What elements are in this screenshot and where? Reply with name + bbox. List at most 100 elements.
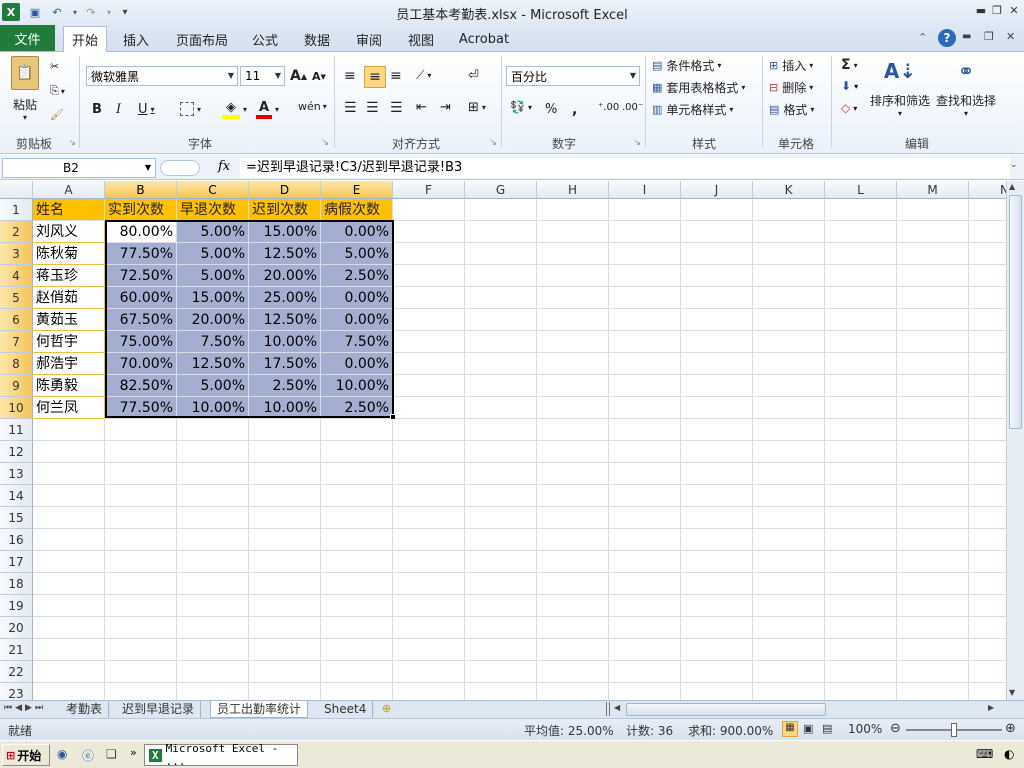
row-header[interactable]: 16 <box>0 529 33 551</box>
grid-cell[interactable] <box>537 573 609 595</box>
grid-cell[interactable] <box>753 221 825 243</box>
grid-cell[interactable] <box>393 507 465 529</box>
grid-cell[interactable] <box>897 639 969 661</box>
grid-cell[interactable] <box>393 617 465 639</box>
grid-cell[interactable] <box>969 397 1006 419</box>
grid-cell[interactable] <box>681 485 753 507</box>
grid-cell[interactable] <box>33 639 105 661</box>
grid-cell[interactable] <box>105 661 177 683</box>
grid-cell[interactable] <box>321 529 393 551</box>
grid-cell[interactable] <box>609 243 681 265</box>
grid-cell[interactable] <box>321 485 393 507</box>
grid-cell[interactable] <box>465 287 537 309</box>
grid-cell[interactable] <box>825 375 897 397</box>
grid-cell[interactable] <box>969 331 1006 353</box>
font-launcher-icon[interactable]: ↘ <box>322 138 329 147</box>
grid-cell[interactable] <box>753 397 825 419</box>
scroll-down-icon[interactable]: ▼ <box>1009 688 1015 697</box>
wrap-text-button[interactable]: ⏎ <box>468 68 479 83</box>
grid-cell[interactable] <box>753 353 825 375</box>
grid-cell[interactable] <box>465 441 537 463</box>
column-header[interactable]: A <box>33 181 105 199</box>
grid-cell[interactable] <box>393 331 465 353</box>
grid-cell[interactable] <box>465 331 537 353</box>
grid-cell[interactable] <box>609 683 681 701</box>
percent-cell[interactable]: 70.00% <box>105 353 177 375</box>
tab-home[interactable]: 开始 <box>63 26 107 52</box>
grid-cell[interactable] <box>321 573 393 595</box>
table-header-cell[interactable]: 实到次数 <box>105 199 177 221</box>
tab-split-handle[interactable] <box>606 702 610 716</box>
grid-cell[interactable] <box>537 683 609 701</box>
grid-cell[interactable] <box>177 639 249 661</box>
grid-cell[interactable] <box>609 287 681 309</box>
grid-cell[interactable] <box>753 463 825 485</box>
format-cells-button[interactable]: ▤ 格式 ▾ <box>769 101 814 118</box>
ie-icon[interactable]: ⓔ <box>82 747 94 764</box>
collapse-ribbon-icon[interactable]: ⌃ <box>918 31 927 44</box>
grid-cell[interactable] <box>33 573 105 595</box>
grid-cell[interactable] <box>465 463 537 485</box>
scroll-right-icon[interactable]: ▶ <box>988 703 994 712</box>
grid-cell[interactable] <box>681 551 753 573</box>
grid-cell[interactable] <box>681 309 753 331</box>
grid-cell[interactable] <box>825 661 897 683</box>
grid-cell[interactable] <box>897 221 969 243</box>
employee-name-cell[interactable]: 陈秋菊 <box>33 243 105 265</box>
grid-cell[interactable] <box>393 661 465 683</box>
grid-cell[interactable] <box>393 595 465 617</box>
grid-cell[interactable] <box>753 595 825 617</box>
row-header[interactable]: 21 <box>0 639 33 661</box>
grid-cell[interactable] <box>321 683 393 701</box>
percent-cell[interactable]: 0.00% <box>321 309 393 331</box>
grid-cell[interactable] <box>249 661 321 683</box>
row-header[interactable]: 17 <box>0 551 33 573</box>
font-color-button[interactable]: A ▾ <box>256 100 279 119</box>
grid-cell[interactable] <box>753 485 825 507</box>
grid-cell[interactable] <box>393 199 465 221</box>
grid-cell[interactable] <box>393 441 465 463</box>
grid-cell[interactable] <box>681 199 753 221</box>
grid-cell[interactable] <box>753 287 825 309</box>
zoom-out-icon[interactable]: ⊖ <box>890 721 901 736</box>
grid-cell[interactable] <box>177 507 249 529</box>
percent-cell[interactable]: 77.50% <box>105 243 177 265</box>
grid-cell[interactable] <box>825 199 897 221</box>
row-header[interactable]: 18 <box>0 573 33 595</box>
employee-name-cell[interactable]: 黄茹玉 <box>33 309 105 331</box>
grid-cell[interactable] <box>393 683 465 701</box>
grid-cell[interactable] <box>537 507 609 529</box>
grid-cell[interactable] <box>969 617 1006 639</box>
number-launcher-icon[interactable]: ↘ <box>634 138 641 147</box>
grid-cell[interactable] <box>249 441 321 463</box>
grid-cell[interactable] <box>537 265 609 287</box>
grid-cell[interactable] <box>249 639 321 661</box>
row-header[interactable]: 11 <box>0 419 33 441</box>
grid-cell[interactable] <box>897 287 969 309</box>
grid-cell[interactable] <box>897 419 969 441</box>
grid-cell[interactable] <box>969 463 1006 485</box>
tab-acrobat[interactable]: Acrobat <box>452 27 516 52</box>
grid-cell[interactable] <box>969 595 1006 617</box>
percent-cell[interactable]: 10.00% <box>249 397 321 419</box>
grid-cell[interactable] <box>753 199 825 221</box>
grid-cell[interactable] <box>177 441 249 463</box>
grid-cell[interactable] <box>681 419 753 441</box>
grid-cell[interactable] <box>249 419 321 441</box>
grid-cell[interactable] <box>105 485 177 507</box>
keyboard-icon[interactable]: ⌨ <box>976 747 993 761</box>
grid-cell[interactable] <box>681 331 753 353</box>
grid-cell[interactable] <box>465 265 537 287</box>
grid-cell[interactable] <box>33 507 105 529</box>
grid-cell[interactable] <box>897 507 969 529</box>
tab-page-layout[interactable]: 页面布局 <box>170 27 234 52</box>
percent-cell[interactable]: 7.50% <box>177 331 249 353</box>
grid-cell[interactable] <box>969 661 1006 683</box>
percent-cell[interactable]: 7.50% <box>321 331 393 353</box>
align-right-button[interactable]: ☰ <box>390 100 403 116</box>
worksheet-grid[interactable]: ABCDEFGHIJKLMN 1 2 3 4 5 6 7 8 9 10 11 12 13 14 15 16 17… <box>0 181 1006 701</box>
column-header[interactable]: E <box>321 181 393 199</box>
grid-cell[interactable] <box>537 639 609 661</box>
row-header[interactable]: 13 <box>0 463 33 485</box>
grid-cell[interactable] <box>321 595 393 617</box>
